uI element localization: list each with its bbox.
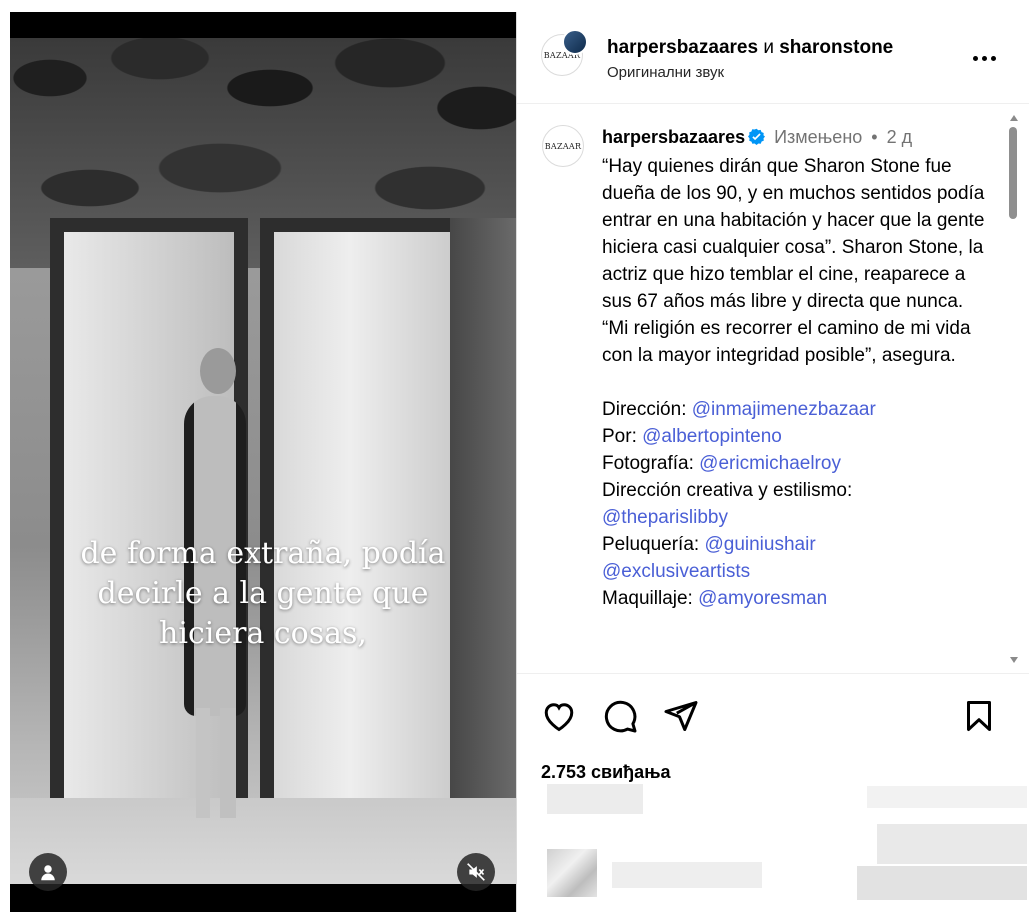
- credit-mention[interactable]: @ericmichaelroy: [699, 453, 841, 474]
- obscured-block: [867, 786, 1027, 808]
- meta-dot: •: [871, 127, 878, 147]
- credit-line: Maquillaje: @amyoresman: [602, 585, 992, 612]
- verified-badge-icon: [748, 128, 766, 145]
- photo-floor: [10, 798, 516, 884]
- subtitle-line-2: decirle a la gente que: [97, 576, 429, 611]
- figure-legs: [196, 708, 236, 818]
- credit-label: Por:: [602, 426, 637, 447]
- credit-label: Dirección creativa y estilismo:: [602, 480, 853, 501]
- subtitle-line-1: de forma extraña, podía: [80, 536, 446, 571]
- obscured-avatar: [547, 849, 597, 897]
- send-icon[interactable]: [663, 698, 699, 734]
- credit-line: @theparislibby: [602, 504, 992, 531]
- obscured-block: [612, 862, 762, 888]
- caption-header: harpersbazaares Измењено • 2 д: [602, 127, 912, 148]
- credit-line: Peluquería: @guiniushair: [602, 531, 992, 558]
- comments-scrollbar[interactable]: [1007, 105, 1021, 673]
- likes-count[interactable]: 2.753 свиђања: [541, 762, 671, 783]
- post-actions: 2.753 свиђања: [517, 673, 1029, 912]
- post-media[interactable]: de forma extraña, podía decirle a la gen…: [10, 12, 516, 912]
- credit-mention[interactable]: @inmajimenezbazaar: [692, 399, 876, 420]
- ellipsis-icon: [972, 55, 996, 61]
- comments-area[interactable]: BAZAAR harpersbazaares Измењено • 2 д “H…: [517, 105, 1029, 673]
- credit-mention[interactable]: @albertopinteno: [642, 426, 782, 447]
- credit-line: @exclusiveartists: [602, 558, 992, 585]
- heart-icon[interactable]: [541, 698, 577, 734]
- more-options-button[interactable]: [969, 46, 999, 70]
- post-photo: [10, 38, 516, 884]
- scroll-down-icon[interactable]: [1010, 657, 1018, 663]
- post-dialog: de forma extraña, podía decirle a la gen…: [10, 12, 1029, 912]
- caption-text: “Hay quienes dirán que Sharon Stone fue …: [602, 153, 992, 612]
- post-time[interactable]: 2 д: [887, 127, 913, 147]
- scrollbar-thumb[interactable]: [1009, 127, 1017, 219]
- edited-label: Измењено: [774, 127, 863, 147]
- subtitle-line-3: hiciera cosas,: [159, 616, 367, 651]
- header-avatar[interactable]: BAZAAR: [541, 29, 588, 76]
- collab-avatar[interactable]: [562, 29, 588, 55]
- photo-door-right: [260, 218, 478, 826]
- header-user-1[interactable]: harpersbazaares: [607, 37, 758, 58]
- credit-line: Por: @albertopinteno: [602, 423, 992, 450]
- comment-icon[interactable]: [602, 698, 638, 734]
- user-icon: [41, 865, 55, 881]
- tagged-users-button[interactable]: [29, 853, 67, 891]
- speaker-muted-icon: [467, 863, 485, 881]
- obscured-block: [857, 866, 1027, 900]
- credit-line: Fotografía: @ericmichaelroy: [602, 450, 992, 477]
- credit-mention[interactable]: @amyoresman: [698, 588, 827, 609]
- post-header: BAZAAR harpersbazaares и sharonstone Ори…: [517, 12, 1029, 104]
- credit-label: Maquillaje:: [602, 588, 693, 609]
- avatar-logo-text: BAZAAR: [544, 141, 582, 151]
- video-subtitle: de forma extraña, podía decirle a la gen…: [10, 534, 516, 654]
- credit-mention[interactable]: @theparislibby: [602, 507, 728, 528]
- obscured-block: [877, 824, 1027, 864]
- scroll-up-icon[interactable]: [1010, 115, 1018, 121]
- audio-link[interactable]: Оригинални звук: [607, 64, 724, 81]
- header-user-2[interactable]: sharonstone: [779, 37, 893, 58]
- obscured-block: [547, 784, 643, 814]
- caption-username[interactable]: harpersbazaares: [602, 127, 745, 147]
- post-side-panel: BAZAAR harpersbazaares и sharonstone Ори…: [516, 12, 1029, 912]
- mute-toggle-button[interactable]: [457, 853, 495, 891]
- credit-label: Fotografía:: [602, 453, 694, 474]
- caption-paragraph: “Hay quienes dirán que Sharon Stone fue …: [602, 156, 985, 366]
- credit-line: Dirección creativa y estilismo:: [602, 477, 992, 504]
- credit-mention[interactable]: @exclusiveartists: [602, 561, 750, 582]
- credit-line: Dirección: @inmajimenezbazaar: [602, 396, 992, 423]
- header-conjunction: и: [763, 37, 774, 58]
- bookmark-icon[interactable]: [961, 698, 997, 734]
- photo-frame-bar: [450, 218, 516, 818]
- header-usernames: harpersbazaares и sharonstone: [607, 37, 893, 59]
- credit-label: Peluquería:: [602, 534, 700, 555]
- credit-mention[interactable]: @guiniushair: [704, 534, 815, 555]
- caption-avatar[interactable]: BAZAAR: [542, 125, 584, 167]
- credit-label: Dirección:: [602, 399, 687, 420]
- figure-head: [200, 348, 236, 394]
